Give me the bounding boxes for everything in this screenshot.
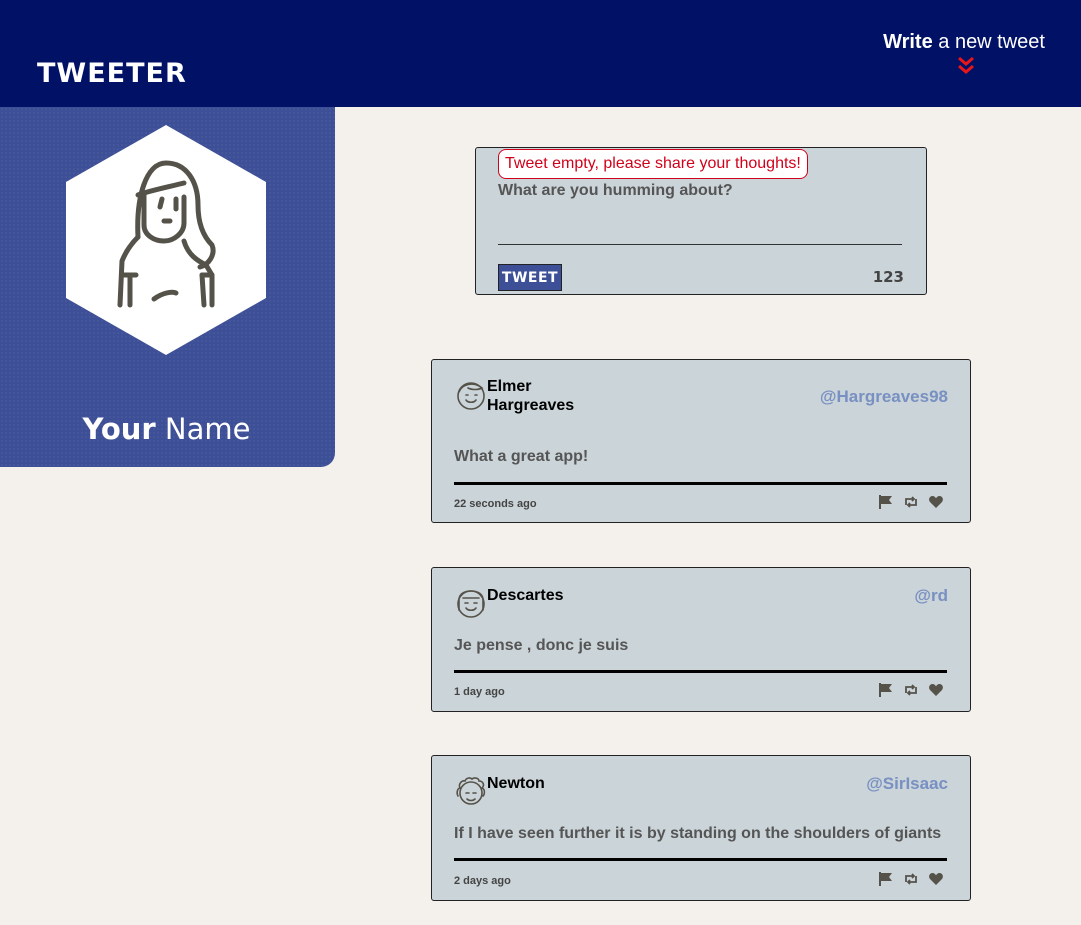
double-chevron-down-icon[interactable] [957, 56, 975, 76]
tweet-author-name: Elmer Hargreaves [487, 378, 575, 414]
tweet-actions [878, 494, 944, 510]
tweet-actions [878, 682, 944, 698]
retweet-icon[interactable] [903, 871, 919, 887]
tweet-timestamp: 22 seconds ago [454, 498, 537, 510]
tweet-divider [454, 482, 947, 485]
heart-icon[interactable] [928, 682, 944, 698]
navbar: TWEETER Write a new tweet [0, 0, 1081, 107]
tweet-card: Descartes @rd Je pense , donc je suis 1 … [431, 567, 971, 712]
retweet-icon[interactable] [903, 494, 919, 510]
tweet-card: Newton @SirIsaac If I have seen further … [431, 755, 971, 901]
retweet-icon[interactable] [903, 682, 919, 698]
brand-logo[interactable]: TWEETER [37, 58, 187, 90]
write-new-tweet-link[interactable]: Write a new tweet [883, 30, 1045, 54]
flag-icon[interactable] [878, 494, 894, 510]
tweet-content: What a great app! [454, 448, 589, 465]
tweet-actions [878, 871, 944, 887]
character-counter: 123 [872, 268, 904, 286]
tweet-card: Elmer Hargreaves @Hargreaves98 What a gr… [431, 359, 971, 523]
compose-link-text: a new tweet [932, 31, 1045, 53]
curly-hair-avatar-icon [456, 777, 486, 805]
flag-icon[interactable] [878, 871, 894, 887]
tweet-author-handle[interactable]: @SirIsaac [866, 774, 948, 794]
tweet-content: If I have seen further it is by standing… [454, 825, 942, 842]
tweet-author-handle[interactable]: @rd [914, 586, 948, 606]
new-tweet-form: Tweet empty, please share your thoughts!… [475, 147, 927, 295]
tweet-divider [454, 858, 947, 861]
profile-name: Your Name [0, 409, 333, 449]
tweet-author-handle[interactable]: @Hargreaves98 [820, 387, 948, 407]
tweet-divider [454, 670, 947, 673]
tweet-author-name: Descartes [487, 587, 564, 604]
profile-card: Your Name [0, 107, 335, 467]
heart-icon[interactable] [928, 871, 944, 887]
tweet-text-input[interactable] [498, 182, 902, 245]
profile-last-name: Name [155, 412, 251, 446]
tweet-timestamp: 1 day ago [454, 686, 505, 698]
tweet-timestamp: 2 days ago [454, 875, 511, 887]
flag-icon[interactable] [878, 682, 894, 698]
tweet-content: Je pense , donc je suis [454, 637, 629, 654]
error-message: Tweet empty, please share your thoughts! [498, 149, 808, 179]
heart-icon[interactable] [928, 494, 944, 510]
long-hair-avatar-icon [457, 590, 485, 618]
tweet-submit-button[interactable]: TWEET [498, 264, 562, 291]
profile-first-name: Your [82, 412, 156, 446]
compose-link-bold: Write [883, 31, 933, 53]
profile-avatar [66, 125, 266, 355]
man-avatar-icon [457, 382, 485, 410]
tweet-author-name: Newton [487, 775, 545, 792]
